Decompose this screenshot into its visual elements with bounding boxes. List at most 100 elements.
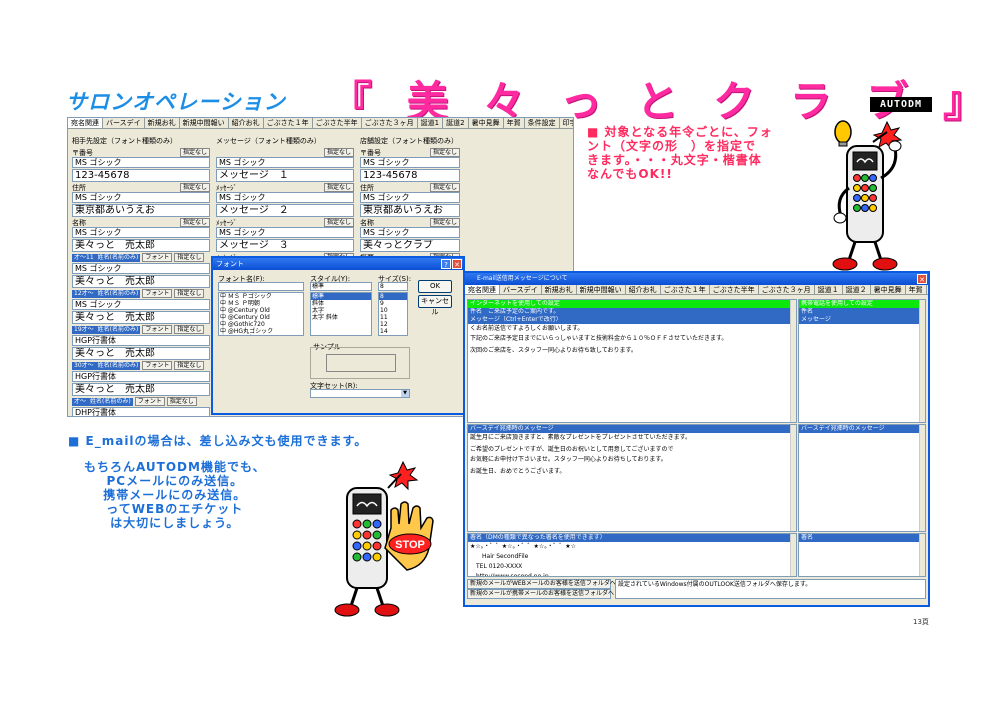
no-spec-button[interactable]: 指定なし (429, 183, 460, 192)
font-name-field[interactable]: MS ゴシック (72, 157, 210, 168)
scrollbar[interactable] (790, 300, 796, 422)
email-tab[interactable]: ごぶさた３ヶ月 (759, 285, 815, 294)
email-tab[interactable]: 暑中見舞 (871, 285, 906, 294)
style-list-item[interactable]: 標準 (311, 293, 371, 300)
font-name-field[interactable]: DHP行書体 (72, 407, 210, 416)
font-list-item[interactable]: 中 ＭＳ Ｐ明朝 (219, 300, 303, 307)
font-button[interactable]: フォント (134, 397, 165, 406)
cancel-button[interactable]: キャンセル (418, 295, 452, 316)
font-size-list[interactable]: 891011121416 (378, 292, 408, 336)
email-tab[interactable]: 誕道１ (815, 285, 843, 294)
style-list-item[interactable]: 太字 (311, 307, 371, 314)
settings-tab[interactable]: 新規お礼 (145, 118, 180, 128)
font-style-input[interactable]: 標準 (310, 282, 372, 291)
scrollbar[interactable] (790, 425, 796, 531)
font-name-field[interactable]: MS ゴシック (216, 227, 354, 238)
send-web-mail-button[interactable]: 新規のメールがWEBメールのお客様を送信フォルダへ (467, 579, 616, 589)
email-tab[interactable]: 新規中間報い (577, 285, 626, 294)
settings-tab[interactable]: ごぶさた１年 (264, 118, 313, 128)
scrollbar[interactable] (919, 300, 925, 422)
mobile-settings-pane[interactable]: 携帯電話を使用しての設定 件名 メッセージ (798, 299, 926, 423)
internet-settings-pane[interactable]: インターネットを使用しての設定 件名 ご来店予定のご案内です。 メッセージ（Ct… (467, 299, 797, 423)
close-icon[interactable]: ✕ (452, 259, 462, 269)
font-name-field[interactable]: MS ゴシック (72, 192, 210, 203)
font-button[interactable]: フォント (142, 361, 173, 370)
style-list-item[interactable]: 太字 斜体 (311, 314, 371, 321)
font-name-field[interactable]: MS ゴシック (72, 299, 210, 310)
font-name-field[interactable]: HGP行書体 (72, 335, 210, 346)
font-list-item[interactable]: 中 @HG明朝 (219, 335, 303, 336)
email-tab[interactable]: 新規お礼 (542, 285, 577, 294)
font-name-field[interactable]: MS ゴシック (360, 192, 460, 203)
no-spec-button[interactable]: 指定なし (179, 218, 210, 227)
settings-tab[interactable]: 条件設定 (525, 118, 560, 128)
no-spec-button[interactable]: 指定なし (429, 218, 460, 227)
settings-tab[interactable]: 宛名関連 (68, 118, 103, 128)
email-tab[interactable]: バースデイ (500, 285, 542, 294)
no-spec-button[interactable]: 指定なし (179, 183, 210, 192)
no-spec-button[interactable]: 指定なし (179, 148, 210, 157)
email-tab[interactable]: 宛名関連 (465, 285, 500, 294)
signature-pane[interactable]: 署名（DMの種類で異なった署名を使用できます） ★☆。・゜゜★☆。・゜゜★☆。・… (467, 533, 797, 577)
size-list-item[interactable]: 16 (379, 335, 407, 336)
preview-text-field[interactable]: 東京都あいうえお (72, 204, 210, 217)
chevron-down-icon[interactable]: ▼ (401, 390, 409, 397)
email-tab[interactable]: 誕道２ (843, 285, 871, 294)
preview-text-field[interactable]: 美々っと 売太郎 (72, 383, 210, 396)
no-spec-button[interactable]: 指定なし (323, 148, 354, 157)
preview-text-field[interactable]: メッセージ ２ (216, 204, 354, 217)
size-list-item[interactable]: 9 (379, 300, 407, 307)
settings-tab[interactable]: 暑中見舞 (469, 118, 504, 128)
email-tab[interactable]: ごぶさた１年 (661, 285, 710, 294)
no-spec-button[interactable]: 指定なし (174, 361, 205, 370)
email-tab[interactable]: 紹介お礼 (626, 285, 661, 294)
font-name-field[interactable]: HGP行書体 (72, 371, 210, 382)
font-name-list[interactable]: 中 ＭＳ Ｐゴシック中 ＭＳ Ｐ明朝中 @Century Old 中 @Centu… (218, 292, 304, 336)
birthday-message-pane[interactable]: バースデイ宛挿時のメッセージ 誕生月にご来店頂きますと、素敵なプレゼントをプレゼ… (467, 424, 797, 532)
signature-mobile-pane[interactable]: 署名 (798, 533, 926, 577)
charset-select[interactable]: ▼ (310, 389, 410, 398)
size-list-item[interactable]: 12 (379, 321, 407, 328)
settings-tab[interactable]: 印字位置 (560, 118, 573, 128)
ok-button[interactable]: OK (418, 280, 452, 293)
font-size-input[interactable]: 8 (378, 282, 408, 291)
scrollbar[interactable] (919, 534, 925, 576)
preview-text-field[interactable]: 美々っとクラブ (360, 239, 460, 252)
no-spec-button[interactable]: 指定なし (429, 148, 460, 157)
font-name-field[interactable]: MS ゴシック (216, 192, 354, 203)
font-button[interactable]: フォント (142, 253, 173, 262)
font-button[interactable]: フォント (142, 289, 173, 298)
font-style-list[interactable]: 標準 斜体 太字 太字 斜体 (310, 292, 372, 336)
font-button[interactable]: フォント (142, 325, 173, 334)
font-list-item[interactable]: 中 @Gothic720 (219, 321, 303, 328)
font-name-field[interactable]: MS ゴシック (72, 263, 210, 274)
email-tab[interactable]: 年賀 (906, 285, 927, 294)
preview-text-field[interactable]: 123-45678 (360, 169, 460, 182)
no-spec-button[interactable]: 指定なし (174, 253, 205, 262)
font-list-item[interactable]: 中 @HG丸ゴシック (219, 328, 303, 335)
scrollbar[interactable] (919, 425, 925, 531)
font-list-item[interactable]: 中 ＭＳ Ｐゴシック (219, 293, 303, 300)
no-spec-button[interactable]: 指定なし (166, 397, 197, 406)
font-list-item[interactable]: 中 @Century Old (219, 314, 303, 321)
settings-tab[interactable]: バースデイ (103, 118, 145, 128)
preview-text-field[interactable]: 美々っと 売太郎 (72, 239, 210, 252)
font-name-field[interactable]: MS ゴシック (360, 157, 460, 168)
settings-tab[interactable]: 紹介お礼 (229, 118, 264, 128)
preview-text-field[interactable]: メッセージ ３ (216, 239, 354, 252)
settings-tab[interactable]: 新規中間報い (180, 118, 229, 128)
settings-tab[interactable]: ごぶさた３ヶ月 (362, 118, 418, 128)
settings-tab[interactable]: 年賀 (504, 118, 525, 128)
no-spec-button[interactable]: 指定なし (174, 289, 205, 298)
email-tab[interactable]: ごぶさた半年 (710, 285, 759, 294)
preview-text-field[interactable]: 美々っと 売太郎 (72, 275, 210, 288)
font-list-item[interactable]: 中 @Century Old (219, 307, 303, 314)
no-spec-button[interactable]: 指定なし (174, 325, 205, 334)
size-list-item[interactable]: 10 (379, 307, 407, 314)
font-name-field[interactable]: MS ゴシック (360, 227, 460, 238)
size-list-item[interactable]: 11 (379, 314, 407, 321)
style-list-item[interactable]: 斜体 (311, 300, 371, 307)
font-name-field[interactable]: MS ゴシック (216, 157, 354, 168)
scrollbar[interactable] (790, 534, 796, 576)
settings-tab[interactable]: 誕道2 (443, 118, 469, 128)
